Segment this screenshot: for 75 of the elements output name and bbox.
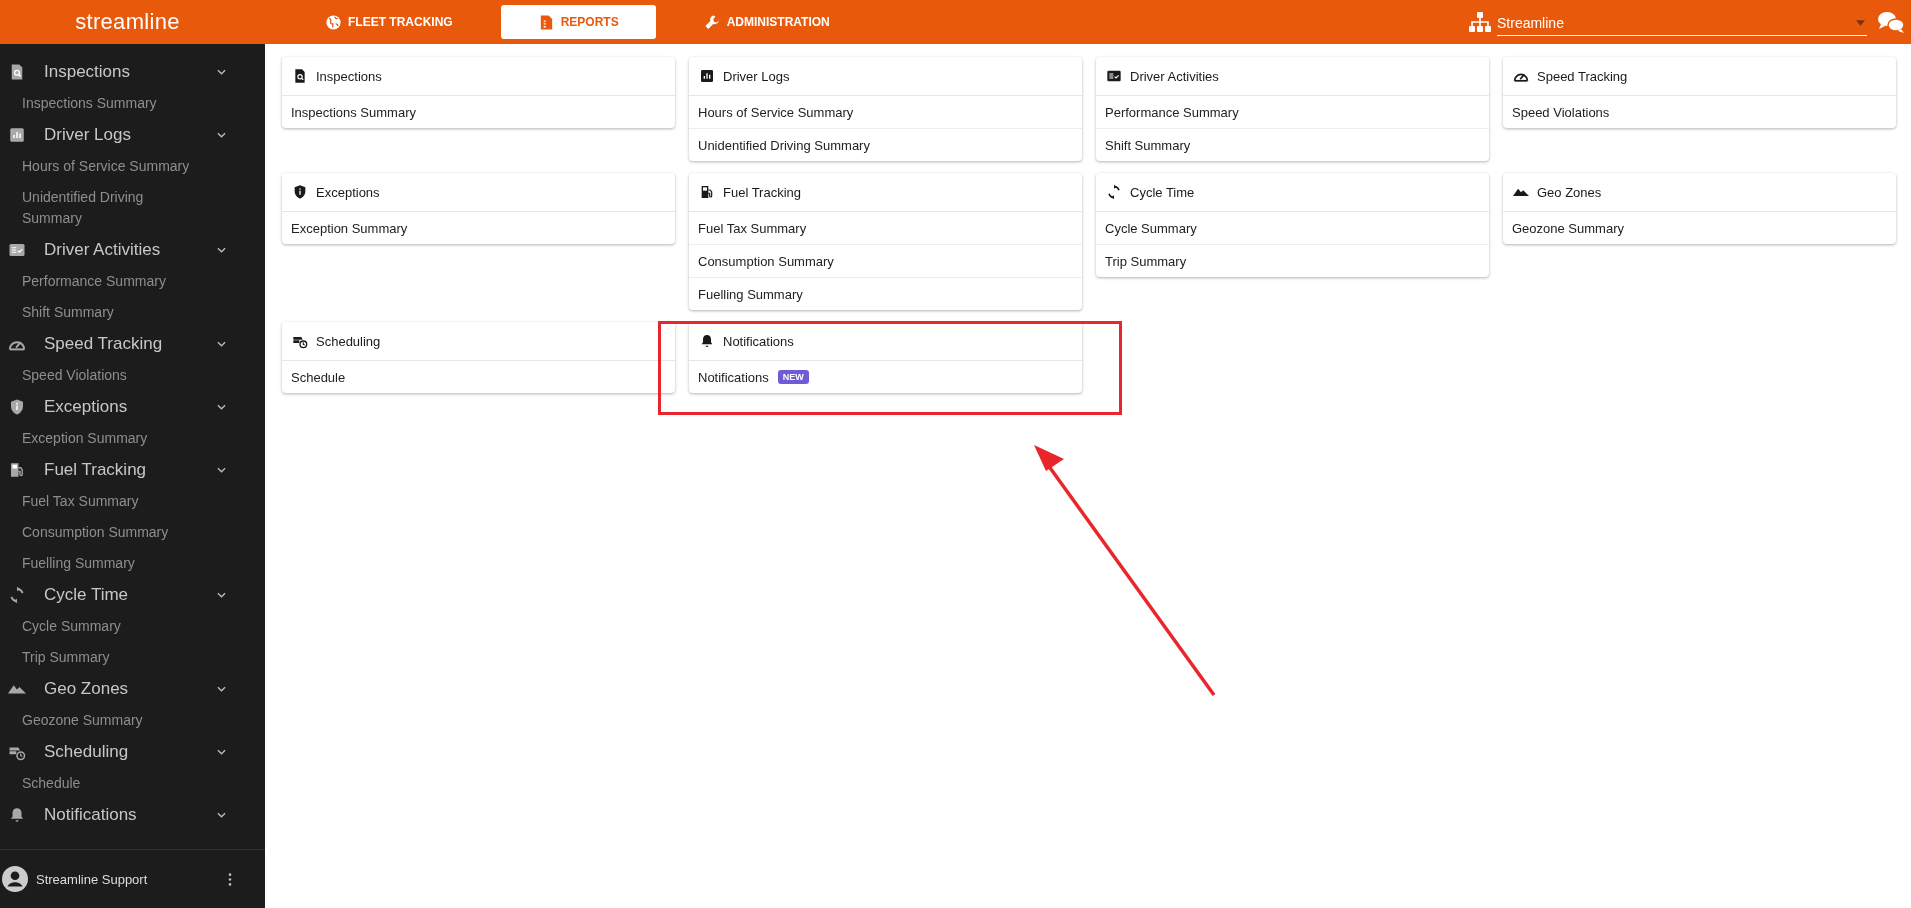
sidebar-item[interactable]: Inspections Summary [0,88,208,119]
checklist-icon [1106,68,1122,84]
sidebar-item[interactable]: Consumption Summary [0,517,208,548]
sidebar-group[interactable]: Geo Zones [0,673,265,705]
card-title: Notifications [723,333,794,349]
card-title: Driver Logs [723,68,790,84]
report-link[interactable]: Notifications [698,369,769,385]
nav-tab[interactable]: ADMINISTRATION [691,5,842,39]
refresh-icon [8,586,26,604]
report-link[interactable]: Performance Summary [1105,104,1239,120]
new-badge: NEW [777,370,809,384]
sidebar-item[interactable]: Speed Violations [0,360,208,391]
sidebar-item[interactable]: Unidentified Driving Summary [0,182,208,234]
report-link[interactable]: Geozone Summary [1512,220,1624,236]
sidebar-group[interactable]: Inspections [0,56,265,88]
sidebar-item[interactable]: Performance Summary [0,266,208,297]
sidebar-group[interactable]: Driver Logs [0,119,265,151]
sidebar-group[interactable]: Exceptions [0,391,265,423]
sidebar-group[interactable]: Fuel Tracking [0,454,265,486]
sidebar-group[interactable]: Scheduling [0,736,265,768]
report-link[interactable]: Cycle Summary [1105,220,1197,236]
report-link[interactable]: Trip Summary [1105,253,1187,269]
sidebar-item[interactable]: Trip Summary [0,642,208,673]
card-title: Scheduling [316,333,381,349]
sidebar-item[interactable]: Hours of Service Summary [0,151,208,182]
card-title: Speed Tracking [1537,68,1628,84]
shield-icon [8,398,26,416]
more-icon[interactable] [228,872,232,886]
report-link[interactable]: Shift Summary [1105,137,1191,153]
globe-icon [325,13,342,31]
checklist-icon [8,241,26,259]
report-link[interactable]: Exception Summary [291,220,408,236]
chat-icon[interactable] [1877,10,1905,34]
refresh-icon [1106,184,1122,200]
card-title: Inspections [316,68,382,84]
card-title: Driver Activities [1130,68,1219,84]
caret-icon [1856,19,1865,26]
report-link[interactable]: Speed Violations [1512,104,1610,120]
report-link[interactable]: Schedule [291,369,346,385]
sidebar-item[interactable]: Geozone Summary [0,705,208,736]
nav-tab[interactable]: REPORTS [500,5,656,39]
user-name: Streamline Support [36,871,148,887]
card-title: Geo Zones [1537,184,1602,200]
bar-chart-icon [699,68,715,84]
sidebar-item[interactable]: Cycle Summary [0,611,208,642]
bar-chart-icon [8,126,26,144]
fuel-pump-icon [8,461,26,479]
sidebar-group[interactable]: Cycle Time [0,579,265,611]
sidebar-item[interactable]: Fuel Tax Summary [0,486,208,517]
hierarchy-icon [1466,10,1494,34]
sidebar-group[interactable]: Driver Activities [0,234,265,266]
organization-select[interactable]: Streamline [1497,8,1867,36]
sidebar-item[interactable]: Fuelling Summary [0,548,208,579]
fuel-pump-icon [699,184,715,200]
wrench-icon [703,13,721,31]
sidebar-item[interactable]: Schedule [0,768,208,799]
bell-icon [699,333,715,349]
sidebar-item[interactable]: Exception Summary [0,423,208,454]
report-link[interactable]: Fuel Tax Summary [698,220,807,236]
report-link[interactable]: Inspections Summary [291,104,416,120]
document-search-icon [292,68,308,84]
card-title: Fuel Tracking [723,184,802,200]
shield-icon [292,184,308,200]
sidebar-item[interactable]: Shift Summary [0,297,208,328]
sidebar-group[interactable]: Speed Tracking [0,328,265,360]
report-link[interactable]: Fuelling Summary [698,286,803,302]
report-link[interactable]: Consumption Summary [698,253,834,269]
report-link[interactable]: Unidentified Driving Summary [698,137,870,153]
card-title: Cycle Time [1130,184,1195,200]
sidebar-group[interactable]: Notifications [0,799,265,831]
nav-tab[interactable]: FLEET TRACKING [313,5,465,39]
card-title: Exceptions [316,184,380,200]
logo[interactable]: streamline [75,9,180,35]
bell-icon [8,806,26,824]
report-link[interactable]: Hours of Service Summary [698,104,854,120]
